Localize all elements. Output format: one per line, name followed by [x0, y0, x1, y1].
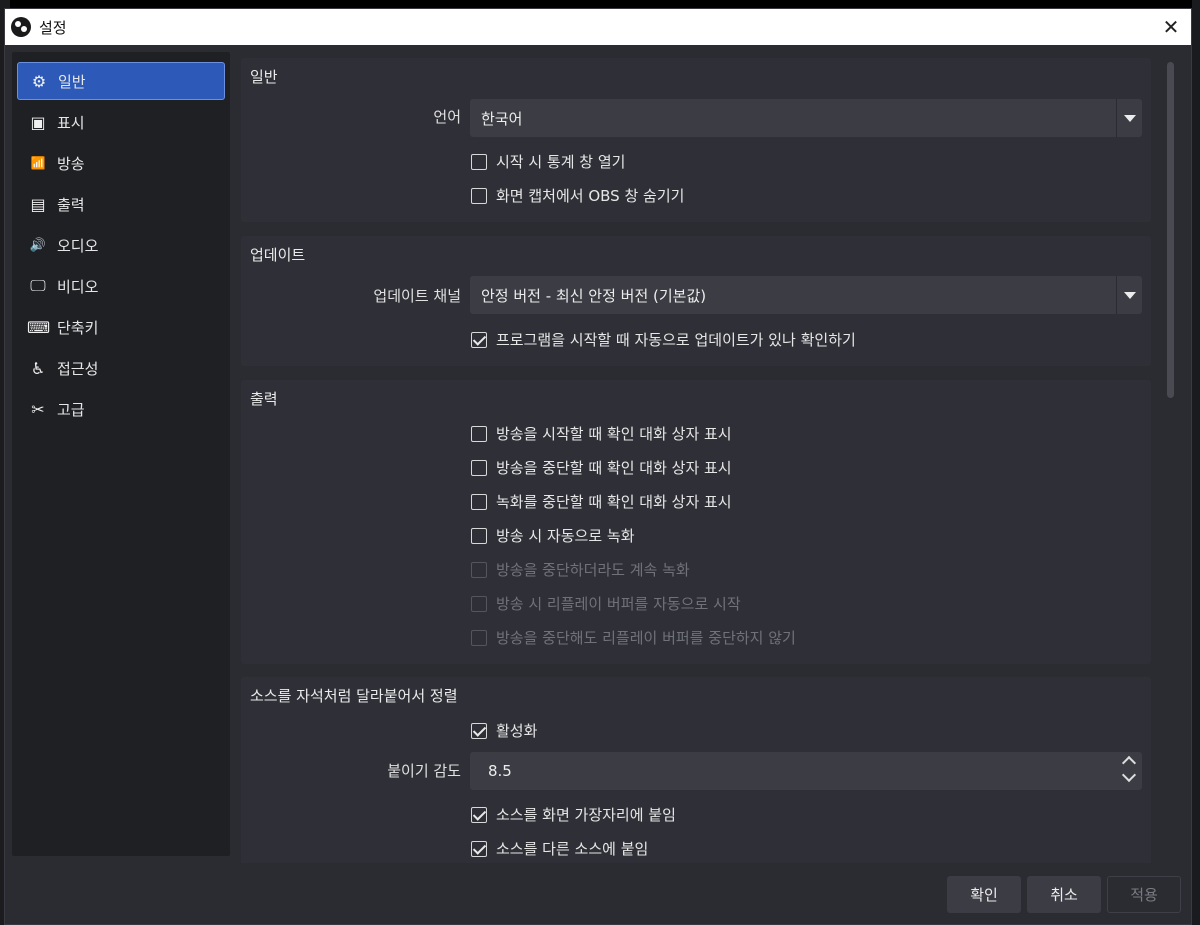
chevron-down-icon[interactable] — [1121, 767, 1137, 783]
spin-buttons[interactable] — [1116, 752, 1142, 790]
cancel-button[interactable]: 취소 — [1027, 876, 1101, 913]
tools-icon: ✂ — [31, 399, 45, 419]
sidebar-item-general[interactable]: ⚙ 일반 — [17, 62, 225, 100]
settings-sidebar: ⚙ 일반 ▣ 표시 📶 방송 ▤ 출력 🔊 오디오 🖵 비디오 ⌨ 단축키 ♿ … — [12, 52, 230, 856]
sidebar-item-label: 접근성 — [57, 359, 99, 378]
group-title: 일반 — [250, 68, 278, 86]
option-keep-replay-buffer: 방송을 중단해도 리플레이 버퍼를 중단하지 않기 — [471, 627, 796, 648]
checkbox[interactable] — [471, 527, 487, 544]
keyboard-icon: ⌨ — [27, 317, 51, 337]
sidebar-item-video[interactable]: 🖵 비디오 — [17, 267, 225, 305]
option-label: 방송 시 자동으로 녹화 — [496, 527, 635, 545]
checkbox[interactable] — [471, 331, 487, 348]
option-auto-check-updates[interactable]: 프로그램을 시작할 때 자동으로 업데이트가 있나 확인하기 — [471, 329, 856, 350]
checkbox[interactable] — [471, 722, 487, 739]
sidebar-item-label: 오디오 — [57, 236, 99, 255]
ok-button[interactable]: 확인 — [947, 876, 1021, 913]
option-label: 화면 캡처에서 OBS 창 숨기기 — [496, 187, 685, 205]
option-label: 시작 시 통계 창 열기 — [496, 153, 626, 171]
checkbox — [471, 561, 487, 578]
checkbox[interactable] — [471, 187, 487, 204]
sidebar-item-label: 표시 — [57, 113, 85, 132]
language-label: 언어 — [433, 108, 461, 126]
close-button[interactable]: ✕ — [1157, 13, 1185, 41]
language-select[interactable]: 한국어 — [470, 99, 1142, 137]
group-title: 업데이트 — [250, 246, 306, 264]
sidebar-item-hotkeys[interactable]: ⌨ 단축키 — [17, 308, 225, 346]
option-keep-recording: 방송을 중단하더라도 계속 녹화 — [471, 559, 690, 580]
checkbox[interactable] — [471, 153, 487, 170]
option-label: 방송을 중단해도 리플레이 버퍼를 중단하지 않기 — [496, 629, 796, 647]
option-snap-to-screen-edges[interactable]: 소스를 화면 가장자리에 붙임 — [471, 804, 676, 825]
content-scrollbar[interactable] — [1165, 58, 1177, 863]
chevron-down-icon[interactable] — [1116, 99, 1142, 137]
sidebar-item-advanced[interactable]: ✂ 고급 — [17, 390, 225, 428]
option-hide-obs-from-capture[interactable]: 화면 캡처에서 OBS 창 숨기기 — [471, 185, 684, 206]
sensitivity-spinbox[interactable]: 8.5 — [470, 752, 1142, 790]
accessibility-icon: ♿ — [30, 358, 46, 378]
update-group: 업데이트 업데이트 채널 안정 버전 - 최신 안정 버전 (기본값) 프로그램… — [241, 236, 1151, 366]
option-enable-snapping[interactable]: 활성화 — [471, 720, 537, 741]
update-channel-value: 안정 버전 - 최신 안정 버전 (기본값) — [481, 286, 707, 305]
option-confirm-start-stream[interactable]: 방송을 시작할 때 확인 대화 상자 표시 — [471, 423, 732, 444]
update-channel-select[interactable]: 안정 버전 - 최신 안정 버전 (기본값) — [470, 276, 1142, 314]
group-title: 출력 — [250, 390, 278, 408]
sidebar-item-label: 단축키 — [57, 318, 99, 337]
sidebar-item-label: 비디오 — [57, 277, 99, 296]
chevron-down-icon[interactable] — [1116, 276, 1142, 314]
window-title: 설정 — [39, 18, 67, 37]
option-confirm-stop-recording[interactable]: 녹화를 중단할 때 확인 대화 상자 표시 — [471, 491, 732, 512]
general-group: 일반 언어 한국어 시작 시 통계 창 열기 화면 캡처에서 OBS 창 숨기기 — [241, 58, 1151, 222]
option-label: 녹화를 중단할 때 확인 대화 상자 표시 — [496, 493, 732, 511]
checkbox[interactable] — [471, 425, 487, 442]
title-bar: 설정 ✕ — [5, 9, 1191, 45]
option-label: 소스를 다른 소스에 붙임 — [496, 840, 649, 858]
language-value: 한국어 — [481, 109, 523, 128]
sidebar-item-label: 방송 — [57, 154, 85, 173]
sidebar-item-accessibility[interactable]: ♿ 접근성 — [17, 349, 225, 387]
sidebar-item-label: 고급 — [57, 400, 85, 419]
checkbox[interactable] — [471, 493, 487, 510]
sidebar-item-label: 출력 — [57, 195, 85, 214]
sidebar-item-stream[interactable]: 📶 방송 — [17, 144, 225, 182]
checkbox — [471, 595, 487, 612]
option-label: 소스를 화면 가장자리에 붙임 — [496, 806, 676, 824]
output-group: 출력 방송을 시작할 때 확인 대화 상자 표시 방송을 중단할 때 확인 대화… — [241, 380, 1151, 664]
gear-icon: ⚙ — [31, 71, 47, 91]
update-channel-label: 업데이트 채널 — [373, 287, 461, 305]
monitor-icon: 🖵 — [30, 276, 46, 295]
option-snap-to-other-sources[interactable]: 소스를 다른 소스에 붙임 — [471, 838, 648, 859]
sensitivity-label: 붙이기 감도 — [387, 762, 461, 780]
option-label: 프로그램을 시작할 때 자동으로 업데이트가 있나 확인하기 — [496, 331, 856, 349]
option-label: 방송 시 리플레이 버퍼를 자동으로 시작 — [496, 595, 741, 613]
group-title: 소스를 자석처럼 달라붙어서 정렬 — [250, 687, 458, 705]
checkbox[interactable] — [471, 840, 487, 857]
checkbox[interactable] — [471, 459, 487, 476]
sidebar-item-output[interactable]: ▤ 출력 — [17, 185, 225, 223]
scrollbar-thumb[interactable] — [1167, 62, 1174, 398]
option-open-stats-on-start[interactable]: 시작 시 통계 창 열기 — [471, 151, 625, 172]
snapping-group: 소스를 자석처럼 달라붙어서 정렬 활성화 붙이기 감도 8.5 소스를 화면 … — [241, 677, 1151, 863]
option-label: 방송을 중단하더라도 계속 녹화 — [496, 561, 690, 579]
speaker-icon: 🔊 — [29, 237, 47, 253]
checkbox[interactable] — [471, 806, 487, 823]
option-auto-record-when-streaming[interactable]: 방송 시 자동으로 녹화 — [471, 525, 635, 546]
sensitivity-value: 8.5 — [488, 762, 512, 780]
option-auto-start-replay-buffer: 방송 시 리플레이 버퍼를 자동으로 시작 — [471, 593, 741, 614]
apply-button[interactable]: 적용 — [1107, 876, 1181, 913]
sidebar-item-audio[interactable]: 🔊 오디오 — [17, 226, 225, 264]
option-confirm-stop-stream[interactable]: 방송을 중단할 때 확인 대화 상자 표시 — [471, 457, 732, 478]
display-icon: ▣ — [30, 112, 46, 132]
settings-content: 일반 언어 한국어 시작 시 통계 창 열기 화면 캡처에서 OBS 창 숨기기… — [241, 48, 1151, 863]
option-label: 방송을 시작할 때 확인 대화 상자 표시 — [496, 425, 732, 443]
option-label: 활성화 — [496, 722, 538, 740]
output-icon: ▤ — [30, 194, 46, 214]
sidebar-item-label: 일반 — [58, 72, 86, 91]
option-label: 방송을 중단할 때 확인 대화 상자 표시 — [496, 459, 732, 477]
sidebar-item-display[interactable]: ▣ 표시 — [17, 103, 225, 141]
checkbox — [471, 629, 487, 646]
antenna-icon: 📶 — [30, 156, 46, 170]
background-right-edge — [1192, 0, 1200, 925]
obs-logo-icon — [11, 17, 31, 37]
